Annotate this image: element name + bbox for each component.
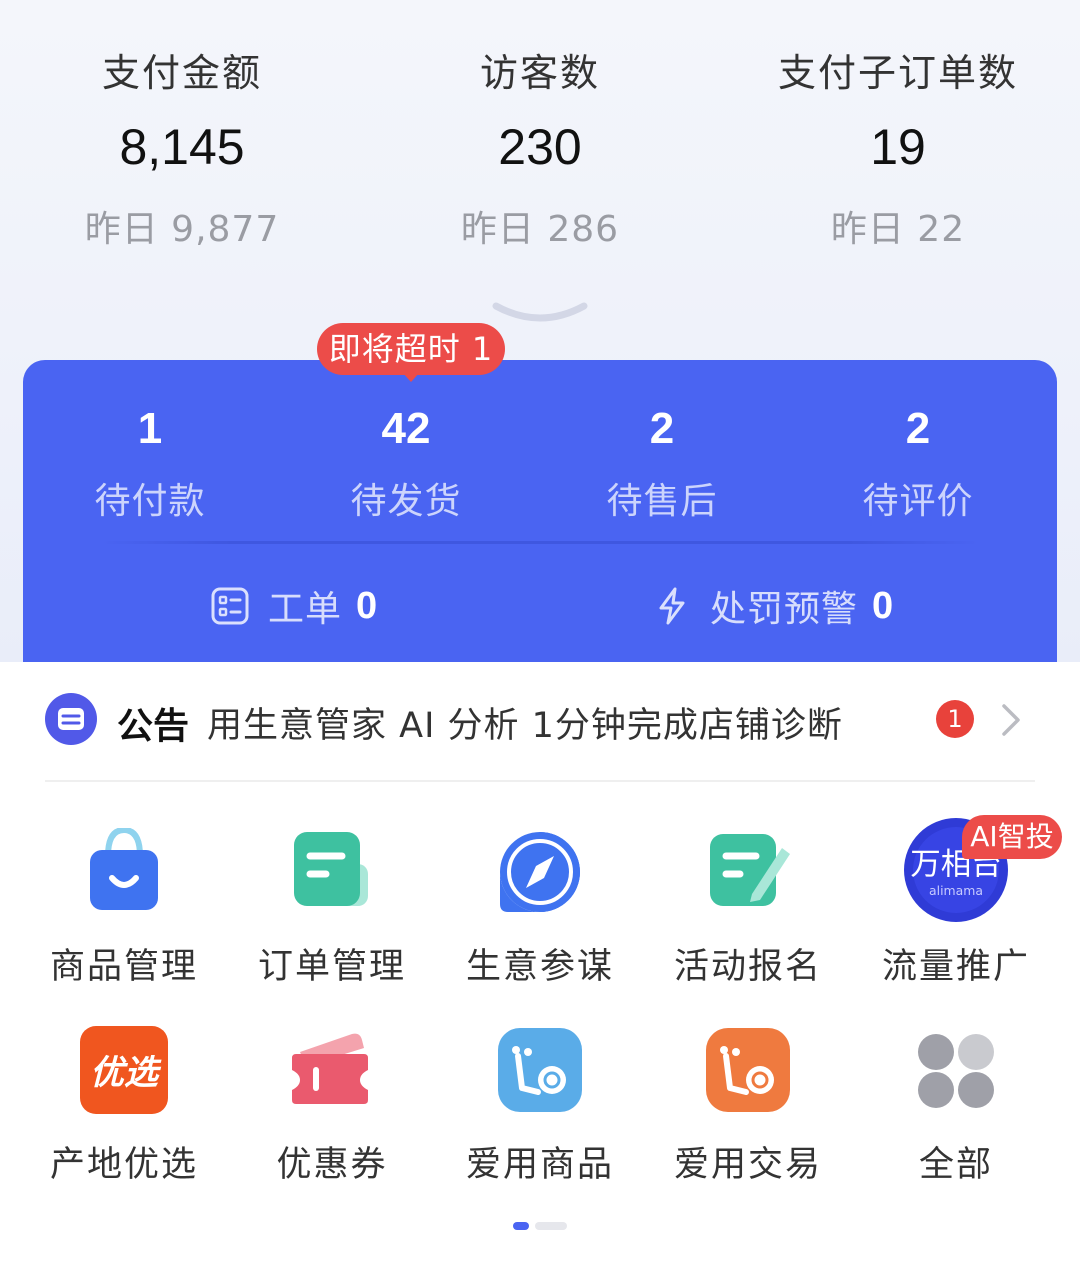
compass-icon <box>500 832 580 912</box>
lightning-icon <box>659 587 685 625</box>
order-count: 42 <box>381 404 431 453</box>
stat-label: 支付子订单数 <box>777 51 1018 95</box>
stat-yesterday: 昨日 22 <box>830 209 966 250</box>
youxuan-logo: 优选 <box>80 1026 168 1114</box>
shopping-bag-icon <box>90 828 158 910</box>
stat-yesterday: 昨日 9,877 <box>84 209 280 250</box>
penalty-warning-entry[interactable]: 处罚预警 0 <box>652 578 893 634</box>
chevron-down-icon[interactable] <box>492 300 588 326</box>
order-count: 1 <box>137 404 163 453</box>
page-dot <box>535 1222 567 1230</box>
ai-tag-badge: AI智投 <box>962 815 1062 859</box>
chevron-right-icon[interactable] <box>1000 703 1022 737</box>
order-label: 待评价 <box>862 481 974 522</box>
page-indicator <box>513 1222 573 1230</box>
order-document-icon <box>294 832 368 906</box>
stat-value: 8,145 <box>119 119 245 175</box>
grid-item-label: 流量推广 <box>881 947 1030 987</box>
announcement-icon <box>45 693 97 745</box>
logo-sub-text: alimama <box>929 883 983 898</box>
snail-blue-icon <box>498 1028 582 1112</box>
announcement-text: 用生意管家 AI 分析 1分钟完成店铺诊断 <box>207 706 843 746</box>
grid-item-label: 爱用交易 <box>673 1145 822 1185</box>
order-count: 2 <box>905 404 931 453</box>
grid-item-label: 商品管理 <box>49 947 198 987</box>
announcement-title: 公告 <box>117 706 190 747</box>
stat-value: 19 <box>870 119 926 175</box>
ticket-entry[interactable]: 工单 0 <box>210 578 377 634</box>
grid-item-label: 生意参谋 <box>465 947 614 987</box>
logo-text: 优选 <box>90 1053 162 1093</box>
order-label: 待付款 <box>94 481 206 522</box>
grid-item-label: 全部 <box>918 1145 993 1185</box>
grid-item-label: 优惠券 <box>276 1145 388 1185</box>
grid-item-label: 产地优选 <box>49 1145 198 1185</box>
timeout-badge-pointer <box>402 372 420 382</box>
divider <box>45 780 1035 782</box>
snail-orange-icon <box>706 1028 790 1112</box>
stat-yesterday: 昨日 286 <box>460 209 620 250</box>
stat-label: 访客数 <box>479 51 600 95</box>
order-label: 待发货 <box>350 481 462 522</box>
ticket-icon <box>211 587 249 625</box>
grid-item-label: 爱用商品 <box>465 1145 614 1185</box>
all-dots-icon <box>918 1034 994 1108</box>
announcement-bar[interactable]: 公告 用生意管家 AI 分析 1分钟完成店铺诊断 1 <box>45 693 1035 747</box>
divider <box>100 541 980 544</box>
stat-value: 230 <box>498 119 582 175</box>
penalty-count: 0 <box>872 584 894 627</box>
grid-item-label: 活动报名 <box>673 947 822 987</box>
page-dot-active <box>513 1222 529 1230</box>
ticket-count: 0 <box>356 584 378 627</box>
penalty-label: 处罚预警 <box>710 589 859 630</box>
coupon-icon <box>292 1033 368 1104</box>
stat-label: 支付金额 <box>101 51 262 95</box>
announcement-count-badge: 1 <box>936 700 974 738</box>
timeout-badge: 即将超时 1 <box>317 323 505 375</box>
signup-pen-icon <box>710 834 790 906</box>
order-label: 待售后 <box>606 481 718 522</box>
stats-row: 支付金额 8,145 昨日 9,877 访客数 230 昨日 286 支付子订单… <box>0 0 1080 270</box>
order-count: 2 <box>649 404 675 453</box>
ticket-label: 工单 <box>268 589 343 630</box>
grid-item-label: 订单管理 <box>257 947 406 987</box>
